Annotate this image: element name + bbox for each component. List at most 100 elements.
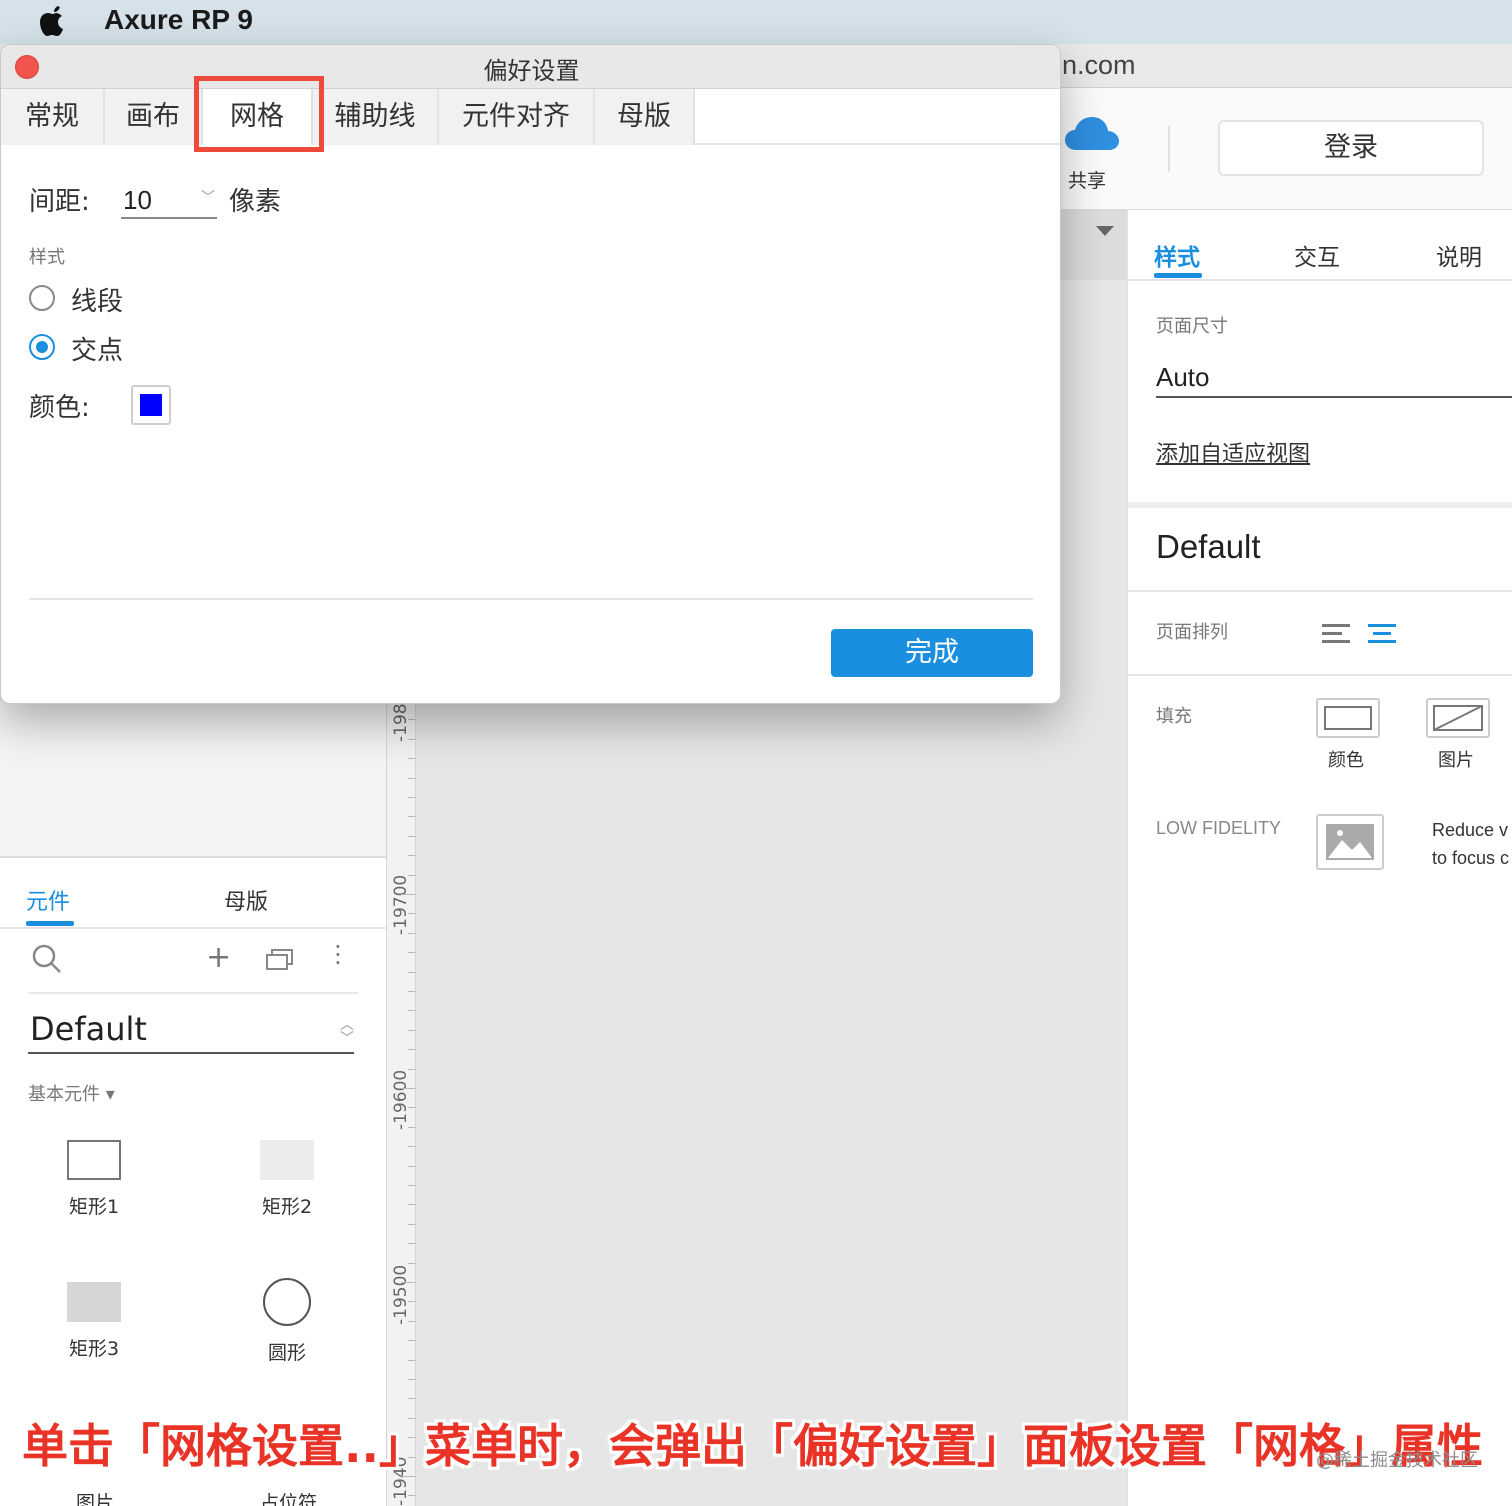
active-tab-indicator: [26, 921, 74, 926]
add-library-icon[interactable]: +: [206, 940, 231, 975]
ruler-tick: [401, 1476, 415, 1477]
section-divider: [1128, 502, 1512, 508]
add-adaptive-view-link[interactable]: 添加自适应视图: [1156, 436, 1310, 468]
rectangle-filled-icon: [260, 1140, 314, 1180]
ruler-tick: [408, 952, 415, 954]
radio-lines-label[interactable]: 线段: [71, 281, 123, 318]
widget-circle[interactable]: 圆形: [212, 1278, 362, 1365]
tab-masters[interactable]: 母版: [595, 89, 695, 145]
chevron-down-icon[interactable]: ﹀: [201, 187, 215, 207]
library-select[interactable]: Default: [30, 1010, 147, 1048]
outline-panel: [0, 700, 386, 856]
low-fidelity-label: LOW FIDELITY: [1156, 818, 1282, 838]
widget-label: 占位符: [260, 1492, 318, 1506]
radio-intersections[interactable]: [29, 334, 55, 360]
ruler-label: -19500: [391, 1264, 411, 1325]
library-options-icon[interactable]: [265, 946, 295, 972]
ruler-tick: [408, 1146, 415, 1148]
grid-tab-highlight: [194, 76, 324, 152]
radio-lines[interactable]: [29, 285, 55, 311]
library-select-underline: [28, 1052, 354, 1054]
widget-label: 圆形: [267, 1342, 306, 1364]
align-left-icon[interactable]: [1322, 624, 1350, 644]
vertical-ruler: -198 -19700 -19600 -19500 -1940: [386, 690, 416, 1506]
ruler-tick: [408, 1320, 415, 1322]
done-button[interactable]: 完成: [831, 629, 1033, 677]
dialog-divider: [29, 598, 1033, 600]
fill-image-label: 图片: [1438, 750, 1474, 771]
cloud-share-icon[interactable]: [1062, 112, 1122, 158]
preferences-dialog: 偏好设置 常规 画布 网格 辅助线 元件对齐 母版 间距: 10 ﹀ 像素 样式…: [0, 44, 1061, 704]
widget-rectangle2[interactable]: 矩形2: [212, 1140, 362, 1219]
tab-widgets[interactable]: 元件: [26, 884, 70, 916]
ruler-tick: [408, 1029, 415, 1031]
tab-canvas[interactable]: 画布: [105, 89, 203, 145]
widget-label: 矩形3: [68, 1338, 120, 1360]
ruler-label: -19700: [391, 874, 411, 935]
chevron-updown-icon[interactable]: ︿ ﹀: [340, 1018, 354, 1046]
ruler-tick: [408, 1243, 415, 1245]
widget-label: 矩形2: [261, 1196, 313, 1218]
fill-image-icon: [1433, 705, 1483, 731]
tab-notes[interactable]: 说明: [1436, 238, 1482, 272]
login-button[interactable]: 登录: [1218, 120, 1484, 176]
ruler-tick: [408, 1495, 415, 1497]
ruler-tick: [408, 1107, 415, 1109]
tab-guides[interactable]: 辅助线: [313, 89, 439, 145]
grid-color-picker[interactable]: [131, 385, 171, 425]
toolbar-divider: [1168, 126, 1170, 172]
ruler-tick: [408, 719, 415, 721]
tab-interactions[interactable]: 交互: [1294, 238, 1340, 272]
widget-rectangle1[interactable]: 矩形1: [19, 1140, 169, 1219]
radio-intersections-label[interactable]: 交点: [71, 330, 123, 367]
color-swatch: [140, 394, 162, 416]
ruler-tick: [401, 1088, 415, 1089]
fill-image-button[interactable]: [1426, 698, 1490, 738]
section-divider: [1128, 590, 1512, 592]
app-name[interactable]: Axure RP 9: [104, 4, 253, 36]
ruler-tick: [408, 1340, 415, 1342]
ruler-tick: [408, 797, 415, 798]
apple-logo-icon[interactable]: [38, 4, 68, 46]
more-vertical-icon[interactable]: ⋮: [326, 940, 350, 968]
circle-icon: [263, 1278, 311, 1326]
low-fidelity-image-icon[interactable]: [1316, 814, 1384, 870]
fill-label: 填充: [1156, 706, 1192, 727]
page-size-label: 页面尺寸: [1156, 316, 1228, 337]
tab-divider: [0, 927, 386, 929]
tab-widget-snap[interactable]: 元件对齐: [439, 89, 595, 145]
ruler-tick: [408, 1262, 415, 1264]
page-align-label: 页面排列: [1156, 622, 1228, 643]
spacing-input[interactable]: 10: [123, 185, 152, 216]
ruler-tick: [408, 1379, 415, 1380]
widget-section-header[interactable]: 基本元件 ▾: [28, 1080, 115, 1106]
ruler-tick: [408, 835, 415, 837]
widget-label: 图片: [76, 1492, 115, 1506]
widget-rectangle3[interactable]: 矩形3: [19, 1282, 169, 1361]
caret-down-icon[interactable]: [1096, 226, 1114, 236]
fill-color-button[interactable]: [1316, 698, 1380, 738]
ruler-tick: [408, 1223, 415, 1225]
tab-style[interactable]: 样式: [1154, 238, 1200, 272]
dialog-tab-bar: 常规 画布 网格 辅助线 元件对齐 母版: [1, 89, 1060, 145]
ruler-tick: [408, 855, 415, 857]
ruler-label: -198: [391, 703, 411, 742]
ruler-tick: [408, 991, 415, 992]
page-size-underline: [1156, 396, 1512, 398]
search-icon[interactable]: [30, 942, 64, 976]
ruler-tick: [408, 932, 415, 934]
ruler-tick: [408, 913, 415, 915]
align-center-icon[interactable]: [1368, 624, 1396, 644]
ruler-tick: [408, 1204, 415, 1206]
ruler-tick: [408, 738, 415, 740]
caption-text: 单击「网格设置..」菜单时，会弹出「偏好设置」面板设置「网格」属性: [22, 1419, 1483, 1473]
color-label: 颜色:: [29, 393, 90, 423]
page-size-select[interactable]: Auto: [1156, 362, 1210, 393]
tab-general[interactable]: 常规: [1, 89, 105, 145]
tab-masters[interactable]: 母版: [224, 884, 268, 916]
ruler-tick: [408, 1185, 415, 1186]
canvas-header: [1060, 210, 1126, 280]
ruler-tick: [408, 1359, 415, 1361]
page-style-select[interactable]: Default: [1156, 528, 1261, 566]
ruler-tick: [408, 1301, 415, 1303]
